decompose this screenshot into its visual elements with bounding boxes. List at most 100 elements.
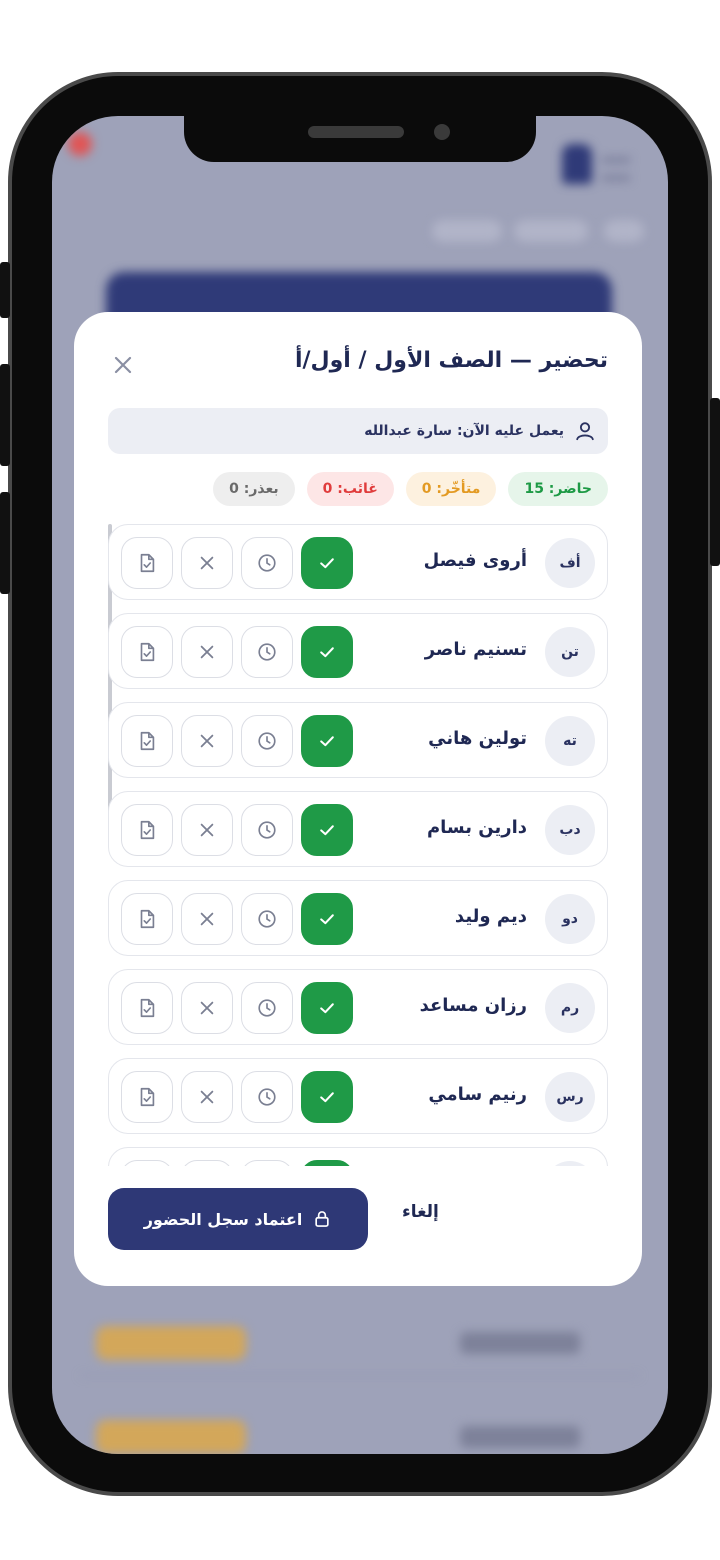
mark-present-button[interactable] (301, 1160, 353, 1166)
student-name: تولين هاني (428, 728, 527, 749)
stat-excused: بعذر: 0 (213, 472, 295, 506)
attendance-actions (121, 1160, 353, 1166)
close-button[interactable] (108, 350, 138, 380)
mark-absent-button[interactable] (181, 893, 233, 945)
student-avatar: أف (545, 538, 595, 588)
attendance-actions (121, 893, 353, 945)
bg-chip (604, 220, 644, 242)
mark-absent-button[interactable] (181, 715, 233, 767)
student-row: دب دارين بسام (108, 791, 608, 867)
mark-late-button[interactable] (241, 626, 293, 678)
mark-late-button[interactable] (241, 537, 293, 589)
student-avatar: دب (545, 805, 595, 855)
student-avatar: رس (545, 1072, 595, 1122)
clock-icon (258, 999, 276, 1017)
bg-badge (96, 1326, 246, 1360)
mark-late-button[interactable] (241, 893, 293, 945)
student-name: رنيم سامي (428, 1084, 527, 1105)
attendance-actions (121, 1071, 353, 1123)
attendance-actions (121, 626, 353, 678)
bg-text (460, 1332, 580, 1354)
mark-late-button[interactable] (241, 982, 293, 1034)
lock-icon (315, 1211, 329, 1227)
student-name: ديم وليد (454, 906, 527, 927)
phone-volume-down (0, 492, 10, 594)
mark-excused-button[interactable] (121, 1160, 173, 1166)
clock-icon (258, 732, 276, 750)
mark-excused-button[interactable] (121, 626, 173, 678)
check-icon (320, 558, 334, 569)
x-icon (200, 645, 214, 659)
x-icon (200, 912, 214, 926)
mark-absent-button[interactable] (181, 1160, 233, 1166)
mark-present-button[interactable] (301, 893, 353, 945)
mark-absent-button[interactable] (181, 537, 233, 589)
clock-icon (258, 821, 276, 839)
mark-present-button[interactable] (301, 804, 353, 856)
clock-icon (258, 554, 276, 572)
mark-absent-button[interactable] (181, 1071, 233, 1123)
mark-excused-button[interactable] (121, 982, 173, 1034)
notification-dot (68, 132, 92, 156)
check-icon (320, 914, 334, 925)
x-icon (200, 734, 214, 748)
attendance-modal: تحضير — الصف الأول / أول/أ يعمل عليه الآ… (74, 312, 642, 1286)
mark-absent-button[interactable] (181, 626, 233, 678)
bg-row (80, 1406, 640, 1454)
attendance-actions (121, 804, 353, 856)
phone-notch (184, 116, 536, 162)
check-icon (320, 1092, 334, 1103)
user-icon (576, 422, 594, 441)
mark-late-button[interactable] (241, 804, 293, 856)
phone-volume-up (0, 364, 10, 466)
bg-chip (514, 220, 588, 242)
document-check-icon (140, 1087, 155, 1107)
mark-excused-button[interactable] (121, 715, 173, 767)
student-avatar: رم (545, 983, 595, 1033)
clock-icon (258, 643, 276, 661)
x-icon (200, 556, 214, 570)
mark-excused-button[interactable] (121, 1071, 173, 1123)
check-icon (320, 647, 334, 658)
phone-power-button (710, 398, 720, 566)
mark-absent-button[interactable] (181, 804, 233, 856)
attendance-stats: حاضر: 15 متأخّر: 0 غائب: 0 بعذر: 0 (108, 472, 608, 506)
student-row: رس رنيم سامي (108, 1058, 608, 1134)
mark-present-button[interactable] (301, 715, 353, 767)
student-row: ته تولين هاني (108, 702, 608, 778)
mark-excused-button[interactable] (121, 804, 173, 856)
mark-late-button[interactable] (241, 1160, 293, 1166)
document-check-icon (140, 642, 155, 662)
document-check-icon (140, 820, 155, 840)
mark-late-button[interactable] (241, 1071, 293, 1123)
mark-present-button[interactable] (301, 982, 353, 1034)
mark-late-button[interactable] (241, 715, 293, 767)
close-icon (114, 356, 132, 374)
phone-silent-switch (0, 262, 10, 318)
mark-present-button[interactable] (301, 626, 353, 678)
mark-absent-button[interactable] (181, 982, 233, 1034)
confirm-attendance-label: اعتماد سجل الحضور (143, 1209, 303, 1229)
clock-icon (258, 1088, 276, 1106)
document-check-icon (140, 909, 155, 929)
student-row (108, 1147, 608, 1166)
mark-present-button[interactable] (301, 1071, 353, 1123)
student-name: رزان مساعد (419, 995, 527, 1016)
bg-badge (96, 1420, 246, 1454)
confirm-attendance-button[interactable]: اعتماد سجل الحضور (108, 1188, 368, 1250)
student-avatar: تن (545, 627, 595, 677)
stat-late: متأخّر: 0 (405, 472, 497, 506)
cancel-button[interactable]: إلغاء (402, 1202, 439, 1222)
front-camera (434, 124, 450, 140)
attendance-actions (121, 715, 353, 767)
mark-excused-button[interactable] (121, 537, 173, 589)
student-avatar (545, 1161, 595, 1166)
check-icon (320, 1003, 334, 1014)
mark-excused-button[interactable] (121, 893, 173, 945)
mark-present-button[interactable] (301, 537, 353, 589)
x-icon (200, 1001, 214, 1015)
current-worker-label: يعمل عليه الآن: سارة عبدالله (364, 423, 564, 439)
check-icon (320, 736, 334, 747)
document-check-icon (140, 998, 155, 1018)
bg-chip (432, 220, 502, 242)
